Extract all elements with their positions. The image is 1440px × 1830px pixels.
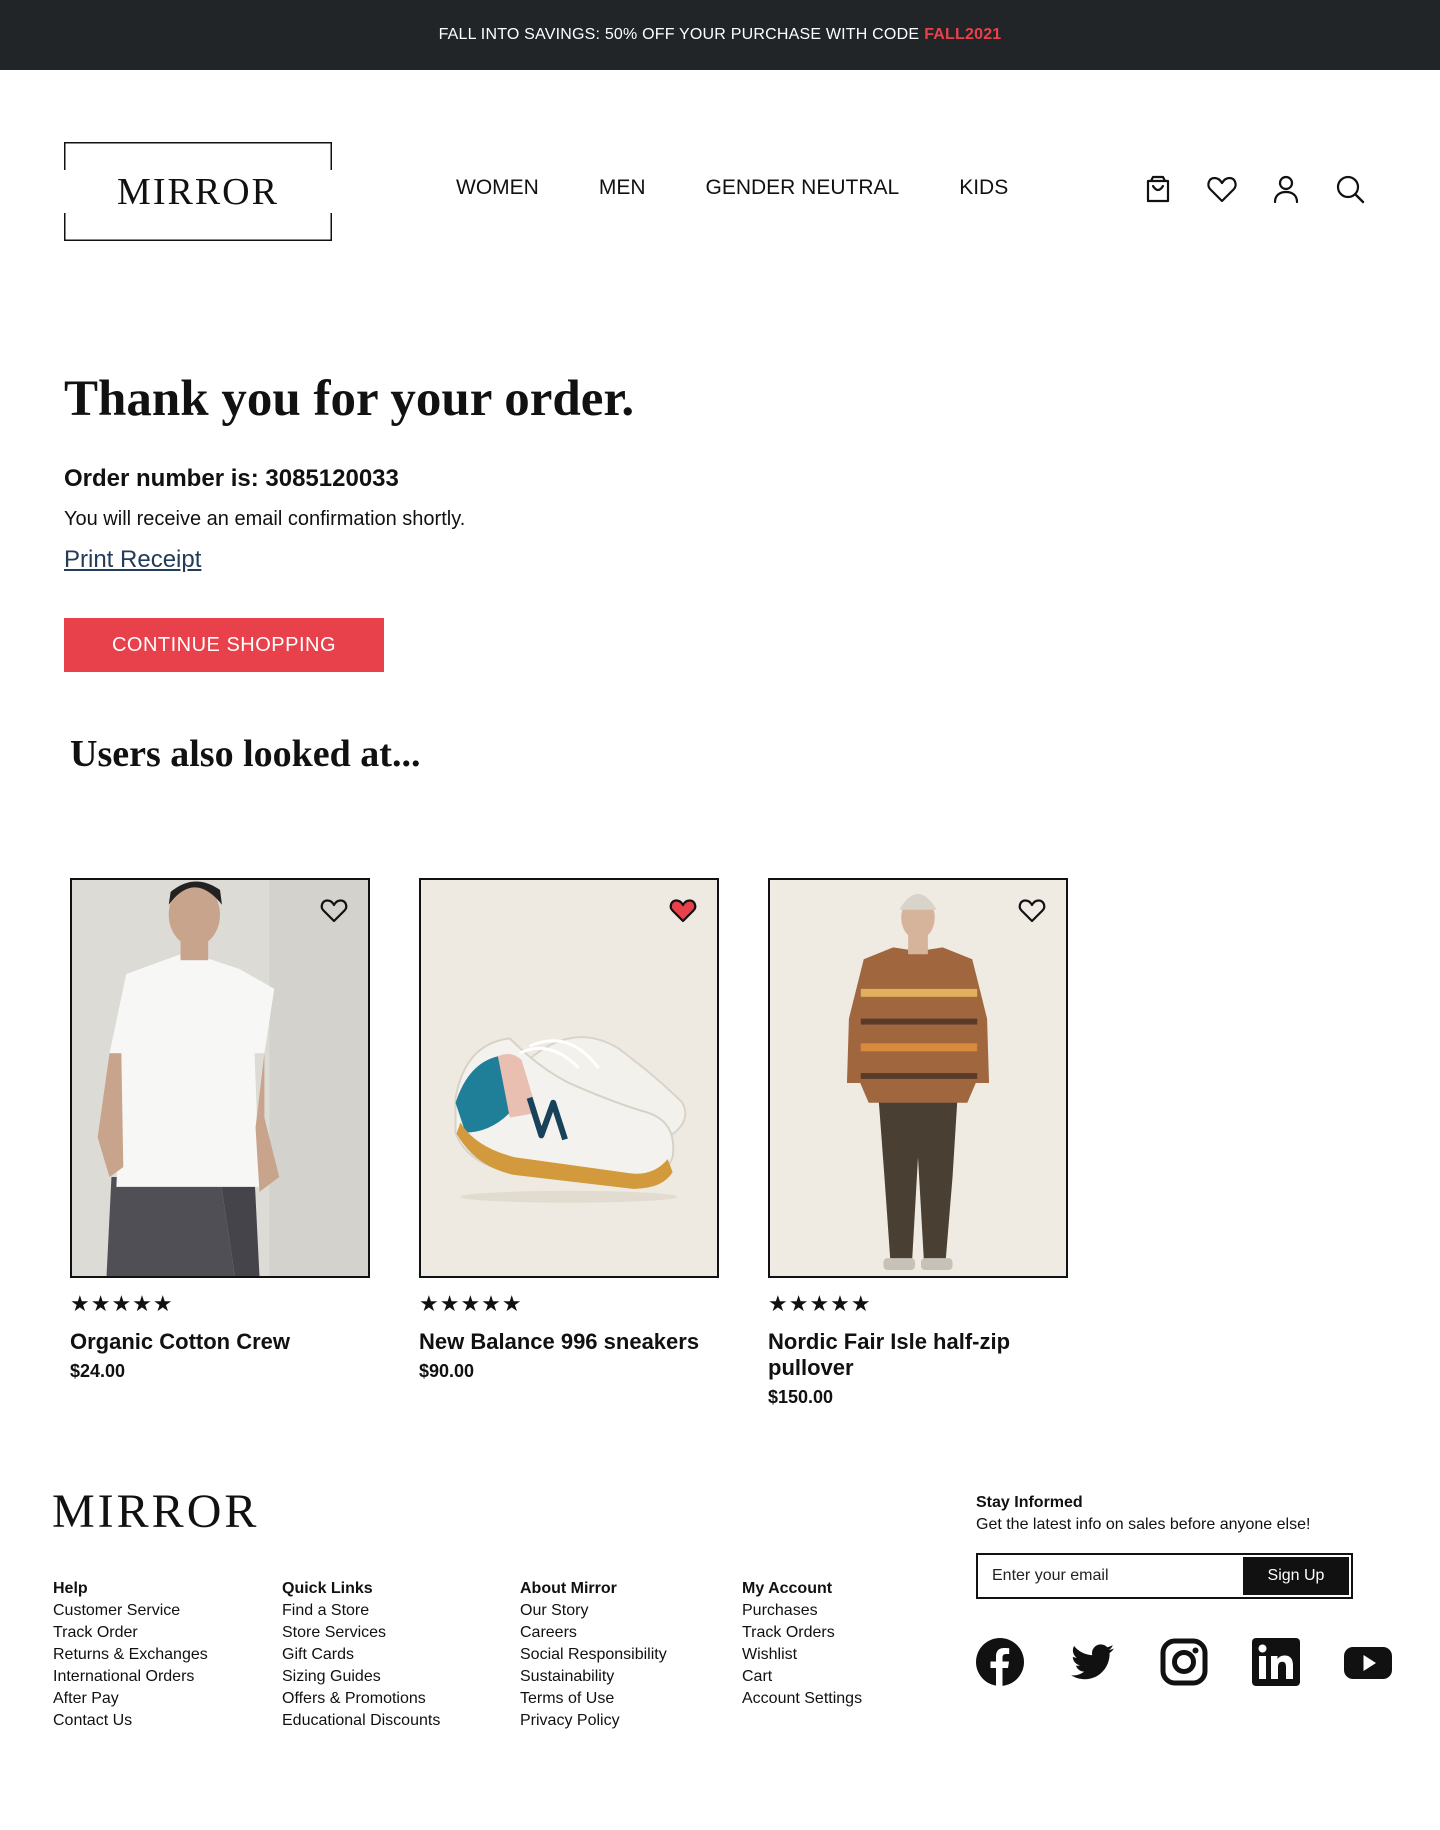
nav-kids[interactable]: KIDS xyxy=(959,176,1008,200)
footer-column-my-account: My Account Purchases Track Orders Wishli… xyxy=(742,1578,862,1710)
footer-link[interactable]: Careers xyxy=(520,1622,667,1644)
footer-link[interactable]: International Orders xyxy=(53,1666,208,1688)
footer-link[interactable]: Offers & Promotions xyxy=(282,1688,440,1710)
product-image[interactable] xyxy=(419,878,719,1278)
star-rating: ★★★★★ xyxy=(70,1291,174,1316)
product-photo-sneakers xyxy=(421,880,717,1276)
instagram-icon[interactable] xyxy=(1160,1638,1208,1686)
footer-link[interactable]: Cart xyxy=(742,1666,862,1688)
footer-column-quick-links: Quick Links Find a Store Store Services … xyxy=(282,1578,440,1732)
youtube-icon[interactable] xyxy=(1344,1638,1392,1686)
footer-link[interactable]: Terms of Use xyxy=(520,1688,667,1710)
footer-link[interactable]: Find a Store xyxy=(282,1600,440,1622)
nav-women[interactable]: WOMEN xyxy=(456,176,539,200)
order-number-value: 3085120033 xyxy=(265,465,399,492)
footer-link[interactable]: Our Story xyxy=(520,1600,667,1622)
user-icon[interactable] xyxy=(1268,171,1304,207)
product-name[interactable]: Organic Cotton Crew xyxy=(70,1329,370,1355)
nav-gender-neutral[interactable]: GENDER NEUTRAL xyxy=(706,176,900,200)
favorite-toggle-icon[interactable] xyxy=(667,894,699,926)
product-card[interactable]: ★★★★★ Organic Cotton Crew $24.00 xyxy=(70,878,370,1382)
email-input[interactable] xyxy=(978,1555,1241,1597)
facebook-icon[interactable] xyxy=(976,1638,1024,1686)
footer-link[interactable]: Educational Discounts xyxy=(282,1710,440,1732)
footer-link[interactable]: Gift Cards xyxy=(282,1644,440,1666)
main-nav: WOMEN MEN GENDER NEUTRAL KIDS xyxy=(456,176,1008,200)
promo-banner: FALL INTO SAVINGS: 50% OFF YOUR PURCHASE… xyxy=(0,0,1440,70)
product-card[interactable]: ★★★★★ New Balance 996 sneakers $90.00 xyxy=(419,878,719,1382)
footer-link[interactable]: Track Orders xyxy=(742,1622,862,1644)
email-confirmation-text: You will receive an email confirmation s… xyxy=(64,508,466,530)
footer-link[interactable]: Wishlist xyxy=(742,1644,862,1666)
heart-icon[interactable] xyxy=(1204,171,1240,207)
footer-logo[interactable]: MIRROR xyxy=(52,1484,259,1539)
footer-link[interactable]: Returns & Exchanges xyxy=(53,1644,208,1666)
footer-column-title: About Mirror xyxy=(520,1580,617,1597)
product-price: $90.00 xyxy=(419,1361,475,1381)
order-number: Order number is: 3085120033 xyxy=(64,465,399,493)
twitter-icon[interactable] xyxy=(1068,1638,1116,1686)
continue-shopping-button[interactable]: CONTINUE SHOPPING xyxy=(64,618,384,672)
linkedin-icon[interactable] xyxy=(1252,1638,1300,1686)
product-price: $150.00 xyxy=(768,1387,834,1407)
footer-link[interactable]: Track Order xyxy=(53,1622,208,1644)
footer-link[interactable]: Customer Service xyxy=(53,1600,208,1622)
order-number-label: Order number is: xyxy=(64,465,259,492)
newsletter-title: Stay Informed xyxy=(976,1494,1083,1511)
footer-link[interactable]: Account Settings xyxy=(742,1688,862,1710)
product-name[interactable]: New Balance 996 sneakers xyxy=(419,1329,719,1355)
footer-link[interactable]: Privacy Policy xyxy=(520,1710,667,1732)
footer-link[interactable]: Contact Us xyxy=(53,1710,208,1732)
product-photo-tshirt xyxy=(72,880,368,1276)
newsletter-subtitle: Get the latest info on sales before anyo… xyxy=(976,1516,1311,1533)
print-receipt-link[interactable]: Print Receipt xyxy=(64,546,201,574)
star-rating: ★★★★★ xyxy=(419,1291,523,1316)
footer-link[interactable]: Sustainability xyxy=(520,1666,667,1688)
shopping-bag-icon[interactable] xyxy=(1140,171,1176,207)
product-image[interactable] xyxy=(70,878,370,1278)
page-title: Thank you for your order. xyxy=(64,371,635,427)
footer-column-title: My Account xyxy=(742,1580,833,1597)
logo-bracket-frame xyxy=(64,142,332,241)
header-actions xyxy=(1140,171,1368,207)
recommendations-title: Users also looked at... xyxy=(70,733,421,775)
footer-column-title: Quick Links xyxy=(282,1580,373,1597)
product-photo-pullover xyxy=(770,880,1066,1276)
footer-column-help: Help Customer Service Track Order Return… xyxy=(53,1578,208,1732)
favorite-toggle-icon[interactable] xyxy=(1016,894,1048,926)
footer-column-title: Help xyxy=(53,1580,88,1597)
product-card[interactable]: ★★★★★ Nordic Fair Isle half-zip pullover… xyxy=(768,878,1068,1408)
footer-link[interactable]: Store Services xyxy=(282,1622,440,1644)
newsletter-form: Sign Up xyxy=(976,1553,1353,1599)
site-logo[interactable]: MIRROR xyxy=(64,142,332,241)
product-price: $24.00 xyxy=(70,1361,126,1381)
sign-up-button[interactable]: Sign Up xyxy=(1243,1557,1349,1595)
product-name[interactable]: Nordic Fair Isle half-zip pullover xyxy=(768,1329,1068,1381)
star-rating: ★★★★★ xyxy=(768,1291,872,1316)
footer-link[interactable]: Social Responsibility xyxy=(520,1644,667,1666)
social-links xyxy=(976,1638,1392,1686)
promo-text: FALL INTO SAVINGS: 50% OFF YOUR PURCHASE… xyxy=(438,26,920,43)
footer-link[interactable]: Purchases xyxy=(742,1600,862,1622)
promo-code: FALL2021 xyxy=(924,26,1002,43)
product-image[interactable] xyxy=(768,878,1068,1278)
footer-link[interactable]: After Pay xyxy=(53,1688,208,1710)
favorite-toggle-icon[interactable] xyxy=(318,894,350,926)
footer-link[interactable]: Sizing Guides xyxy=(282,1666,440,1688)
nav-men[interactable]: MEN xyxy=(599,176,646,200)
search-icon[interactable] xyxy=(1332,171,1368,207)
footer-column-about: About Mirror Our Story Careers Social Re… xyxy=(520,1578,667,1732)
